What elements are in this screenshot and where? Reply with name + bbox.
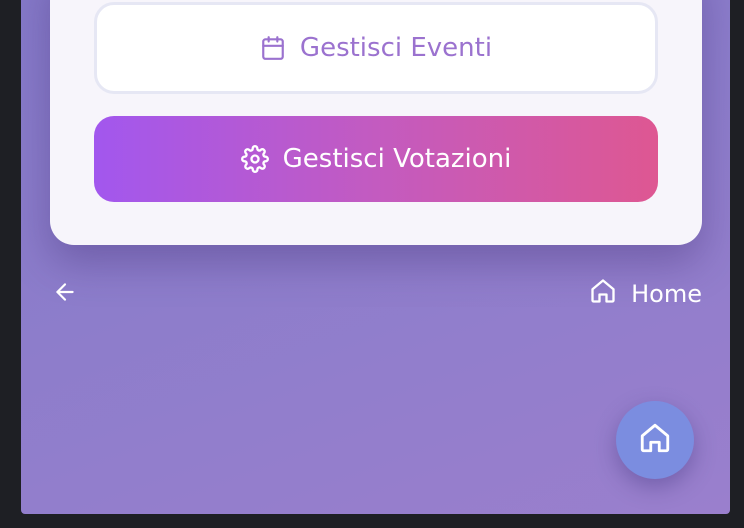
home-icon <box>589 277 617 311</box>
actions-card: Gestisci Eventi Gestisci Votazioni <box>50 0 702 245</box>
manage-votes-label: Gestisci Votazioni <box>282 144 512 174</box>
manage-votes-button[interactable]: Gestisci Votazioni <box>94 116 658 202</box>
app-viewport: Gestisci Eventi Gestisci Votazioni Home <box>21 0 730 514</box>
home-link-label: Home <box>631 280 702 308</box>
home-link[interactable]: Home <box>589 277 702 311</box>
arrow-left-icon <box>52 279 78 309</box>
calendar-icon <box>260 35 286 61</box>
back-button[interactable] <box>51 280 79 308</box>
home-fab-button[interactable] <box>616 401 694 479</box>
manage-events-label: Gestisci Eventi <box>299 33 493 63</box>
home-icon <box>638 421 672 459</box>
manage-events-button[interactable]: Gestisci Eventi <box>94 2 658 94</box>
gear-icon <box>240 145 269 173</box>
